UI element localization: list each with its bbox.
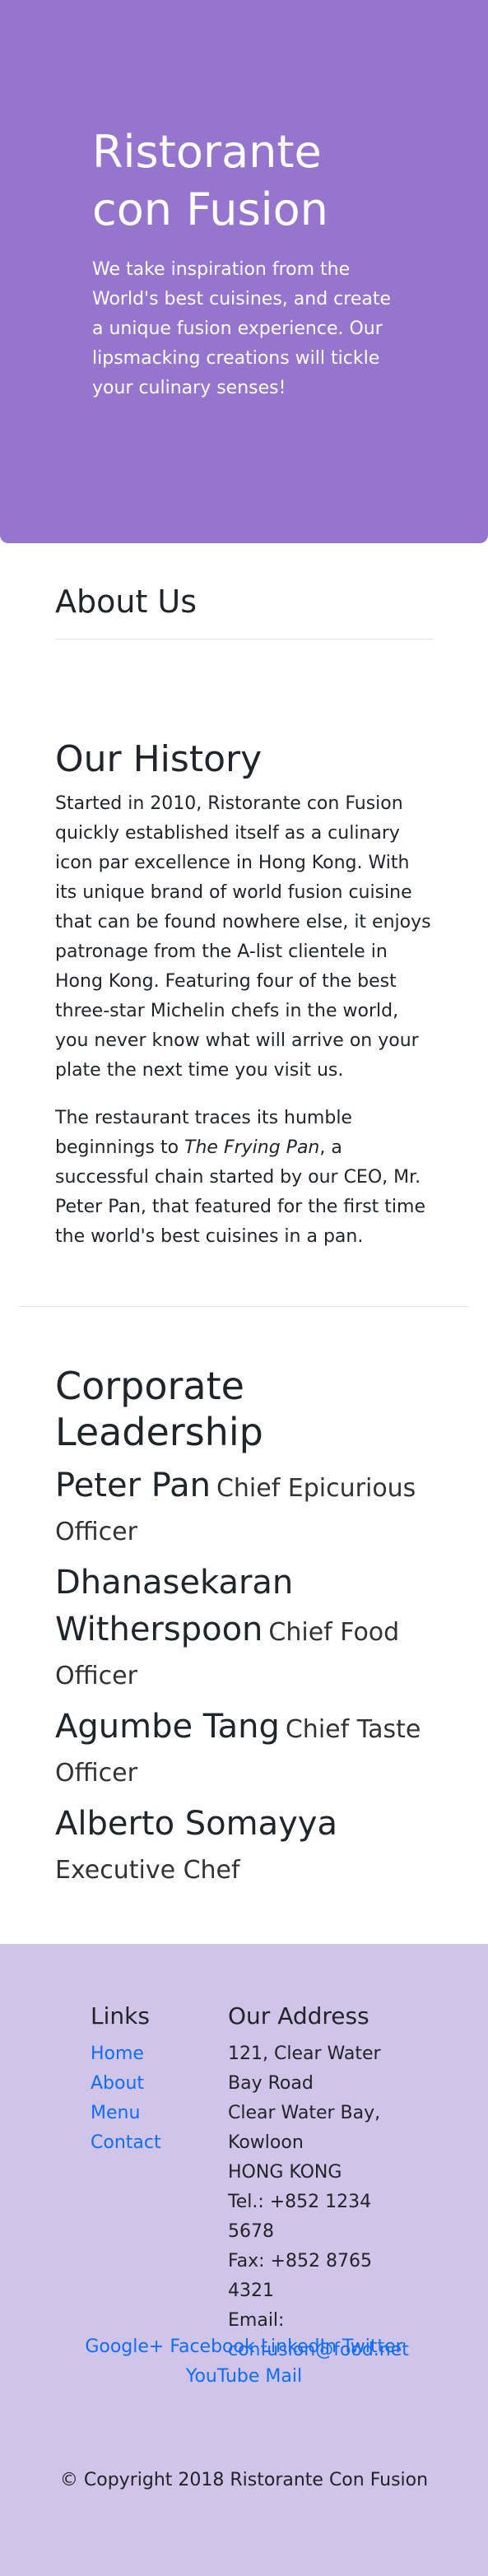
address-title: Our Address: [228, 2002, 369, 2030]
leader-item: Peter Pan Chief Epicurious Officer: [55, 1465, 433, 1555]
leadership-section: Corporate Leadership Peter Pan Chief Epi…: [0, 1363, 488, 1894]
leader-name: Alberto Somayya: [55, 1805, 337, 1843]
phone: Tel.: +852 1234 5678: [228, 2192, 372, 2242]
history-paragraph-2: The restaurant traces its humble beginni…: [55, 1104, 434, 1252]
footer-address: Our Address 121, Clear Water Bay Road Cl…: [228, 2002, 417, 2365]
youtube-link[interactable]: YouTube: [186, 2366, 259, 2387]
about-title: About Us: [55, 581, 434, 639]
footer: Links Home About Menu Contact Our Addres…: [0, 1944, 488, 2576]
link-about[interactable]: About: [91, 2069, 228, 2099]
leader-name: Dhanasekaran Witherspoon: [55, 1564, 294, 1648]
links-list: Home About Menu Contact: [91, 2039, 228, 2158]
leader-item: Dhanasekaran Witherspoon Chief Food Offi…: [55, 1562, 433, 1700]
footer-columns: Links Home About Menu Contact Our Addres…: [91, 2002, 417, 2365]
section-divider: [18, 1306, 469, 1307]
leader-item: Agumbe Tang Chief Taste Officer: [55, 1706, 433, 1797]
link-contact[interactable]: Contact: [91, 2128, 228, 2158]
mail-link[interactable]: Mail: [265, 2366, 302, 2387]
leader-role: Executive Chef: [55, 1856, 240, 1885]
google-plus-link[interactable]: Google+: [85, 2337, 164, 2357]
leader-name: Peter Pan: [55, 1467, 211, 1504]
address-line: Clear Water Bay, Kowloon: [228, 2103, 381, 2153]
frying-pan-italic: The Frying Pan: [184, 1137, 320, 1158]
main-content: About Us Our History Started in 2010, Ri…: [0, 581, 488, 1252]
fax: Fax: +852 8765 4321: [228, 2251, 372, 2301]
address-line: 121, Clear Water Bay Road: [228, 2044, 381, 2094]
footer-links: Links Home About Menu Contact: [91, 2002, 228, 2365]
links-title: Links: [91, 2002, 150, 2030]
copyright: © Copyright 2018 Ristorante Con Fusion: [59, 2470, 429, 2490]
email-label: Email:: [228, 2310, 285, 2331]
history-title: Our History: [55, 738, 263, 780]
link-menu[interactable]: Menu: [91, 2099, 228, 2128]
facebook-link[interactable]: Facebook: [170, 2337, 254, 2357]
brand-tagline: We take inspiration from the World's bes…: [92, 259, 391, 398]
link-home[interactable]: Home: [91, 2039, 228, 2069]
brand-title: Ristorante con Fusion: [92, 126, 328, 235]
twitter-link[interactable]: Twitter: [342, 2337, 403, 2357]
jumbotron: Ristorante con Fusion We take inspiratio…: [0, 0, 488, 543]
social-links: Google+ Facebook LinkedIn Twitter YouTub…: [0, 2332, 488, 2392]
address-line: HONG KONG: [228, 2162, 342, 2183]
leader-item: Alberto Somayya Executive Chef: [55, 1803, 433, 1894]
leader-name: Agumbe Tang: [55, 1708, 280, 1746]
history-paragraph-1: Started in 2010, Ristorante con Fusion q…: [55, 793, 431, 1081]
linkedin-link[interactable]: LinkedIn: [261, 2337, 337, 2357]
leadership-title: Corporate Leadership: [55, 1364, 263, 1454]
